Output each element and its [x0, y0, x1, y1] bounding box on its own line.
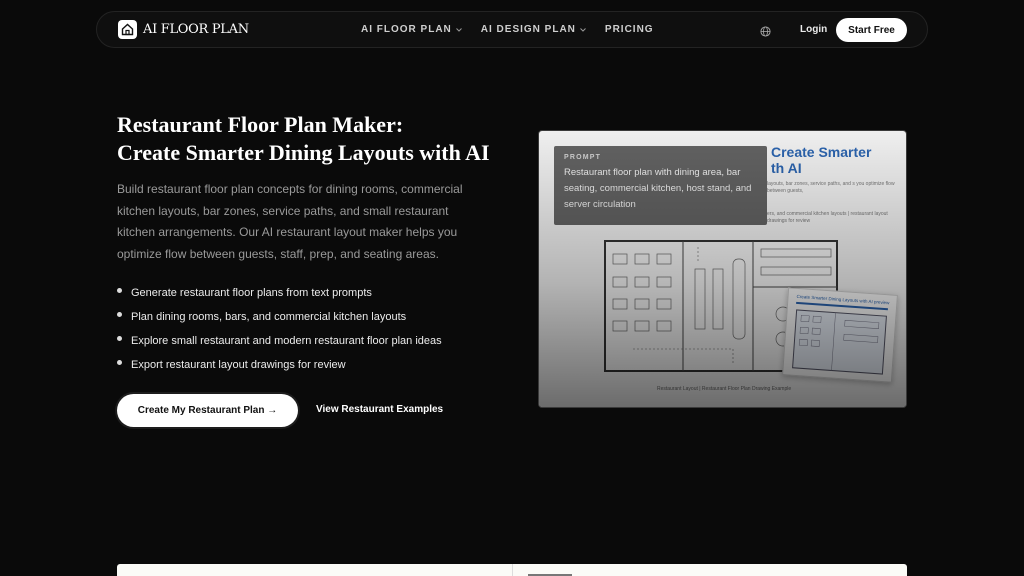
- globe-icon[interactable]: [760, 24, 771, 42]
- prompt-label: PROMPT: [564, 154, 602, 161]
- top-nav: AI FLOOR PLAN AI FLOOR PLAN AI DESIGN PL…: [96, 11, 928, 48]
- hero-title-line-1: Restaurant Floor Plan Maker:: [117, 112, 404, 137]
- feature-list: Generate restaurant floor plans from tex…: [117, 284, 442, 380]
- preview-paragraph-2: ers, and commercial kitchen layouts | re…: [767, 211, 888, 224]
- nav-item-pricing[interactable]: PRICING: [605, 24, 654, 35]
- nav-item-ai-design-plan[interactable]: AI DESIGN PLAN: [481, 24, 586, 35]
- hero-title: Restaurant Floor Plan Maker: Create Smar…: [117, 111, 537, 167]
- inset-preview-card: Create Smarter Dining Layouts with AI pr…: [782, 287, 898, 383]
- preview-heading-line-2: th AI: [771, 160, 802, 176]
- start-free-button[interactable]: Start Free: [836, 18, 907, 42]
- prompt-card: PROMPT Restaurant floor plan with dining…: [554, 146, 767, 225]
- view-restaurant-examples-link[interactable]: View Restaurant Examples: [316, 404, 443, 415]
- feature-item: Explore small restaurant and modern rest…: [117, 332, 442, 356]
- plan-caption: Restaurant Layout | Restaurant Floor Pla…: [657, 386, 792, 392]
- nav-item-label: PRICING: [604, 24, 654, 35]
- nav-item-label: AI FLOOR PLAN: [361, 24, 452, 35]
- brand[interactable]: AI FLOOR PLAN: [118, 20, 249, 39]
- nav-item-label: AI DESIGN PLAN: [480, 24, 576, 35]
- feature-item: Export restaurant layout drawings for re…: [117, 356, 442, 380]
- house-logo-icon: [118, 20, 137, 39]
- hero-title-line-2: Create Smarter Dining Layouts with AI: [117, 140, 490, 165]
- prompt-text: Restaurant floor plan with dining area, …: [564, 167, 752, 210]
- chevron-down-icon: [455, 27, 462, 32]
- nav-item-ai-floor-plan[interactable]: AI FLOOR PLAN: [361, 24, 462, 35]
- hero-description: Build restaurant floor plan concepts for…: [117, 182, 463, 261]
- feature-item: Plan dining rooms, bars, and commercial …: [117, 308, 442, 332]
- preview-heading: Create Smarter th AI: [771, 144, 871, 176]
- nav-links: AI FLOOR PLAN AI DESIGN PLAN PRICING: [361, 24, 673, 35]
- login-link[interactable]: Login: [800, 24, 827, 35]
- chevron-down-icon: [580, 27, 586, 32]
- inset-plan-drawing: [792, 309, 887, 375]
- brand-name: AI FLOOR PLAN: [143, 22, 249, 37]
- next-section-divider: [512, 564, 513, 576]
- preview-heading-line-1: Create Smarter: [771, 144, 872, 160]
- create-restaurant-plan-button[interactable]: Create My Restaurant Plan →: [117, 394, 298, 427]
- preview-paragraph: layouts, bar zones, service paths, and s…: [767, 181, 895, 194]
- floor-plan-preview: Create Smarter th AI layouts, bar zones,…: [538, 130, 907, 408]
- feature-item: Generate restaurant floor plans from tex…: [117, 284, 442, 308]
